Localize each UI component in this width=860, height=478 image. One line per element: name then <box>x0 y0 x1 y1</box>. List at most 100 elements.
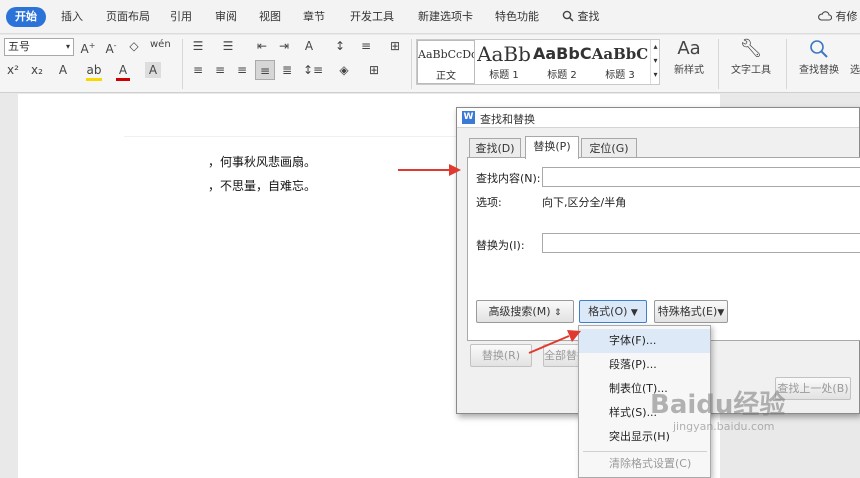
menu-item-clear-format[interactable]: 清除格式设置(C) <box>579 452 710 476</box>
new-style-icon: Aa <box>677 38 701 59</box>
watermark-url: jingyan.baidu.com <box>673 420 775 433</box>
style-preview: AaBbC <box>591 45 649 63</box>
style-heading-2[interactable]: AaBbC 标题 2 <box>533 40 591 84</box>
superscript-icon[interactable]: x² <box>6 62 20 78</box>
document-line[interactable]: ，不思量，自难忘。 <box>208 177 316 194</box>
menu-search[interactable]: 查找 <box>562 7 600 27</box>
revision-status-label: 有修 <box>835 10 858 23</box>
tab-goto[interactable]: 定位(G) <box>581 138 637 158</box>
shrink-font-icon[interactable]: A- <box>103 38 119 57</box>
style-name: 标题 1 <box>489 70 519 81</box>
distributed-icon[interactable]: ≣ <box>279 62 295 78</box>
dialog-title: 查找和替换 <box>480 113 535 126</box>
style-preview: AaBbC <box>533 44 591 63</box>
menu-bar: 开始 插入 页面布局 引用 审阅 视图 章节 开发工具 新建选项卡 特色功能 查… <box>0 0 860 34</box>
replace-input[interactable] <box>542 233 860 253</box>
tab-features[interactable]: 特色功能 <box>495 7 539 27</box>
text-tools-button[interactable]: 🔧︎ 文字工具 <box>724 37 778 79</box>
sort-icon[interactable]: ↕ <box>332 38 348 54</box>
font-size-select[interactable]: 五号 ▾ <box>4 38 74 56</box>
wps-logo-icon: W <box>462 111 475 124</box>
options-label: 选项: <box>476 196 502 209</box>
style-normal[interactable]: AaBbCcDd 正文 <box>417 40 475 84</box>
menu-item-font[interactable]: 字体(F)... <box>579 329 710 353</box>
advanced-search-label: 高级搜索(M) <box>488 305 551 318</box>
chevron-down-icon: ▾ <box>65 42 70 51</box>
align-right-icon[interactable]: ≡ <box>234 62 250 78</box>
tab-references[interactable]: 引用 <box>170 7 192 27</box>
subscript-icon[interactable]: x₂ <box>30 62 44 78</box>
special-format-label: 特殊格式(E) <box>657 305 718 318</box>
tab-insert[interactable]: 插入 <box>61 7 83 27</box>
style-name: 标题 3 <box>605 70 635 81</box>
menu-item-paragraph[interactable]: 段落(P)... <box>579 353 710 377</box>
new-style-button[interactable]: Aa 新样式 <box>664 37 714 79</box>
show-marks-icon[interactable]: ≡ <box>358 38 374 54</box>
font-color-icon[interactable]: A <box>116 62 130 81</box>
increase-indent-icon[interactable]: ⇥ <box>276 38 292 54</box>
dialog-titlebar[interactable]: W 查找和替换 <box>457 108 859 128</box>
dropdown-arrow-icon: ▼ <box>630 308 638 318</box>
justify-icon[interactable]: ≡ <box>255 60 275 80</box>
format-button[interactable]: 格式(O) ▼ <box>579 300 647 323</box>
align-left-icon[interactable]: ≡ <box>190 62 206 78</box>
tab-replace[interactable]: 替换(P) <box>525 136 579 159</box>
format-label: 格式(O) <box>588 305 628 318</box>
table-border-icon[interactable]: ⊞ <box>387 38 403 54</box>
menu-search-label: 查找 <box>577 10 600 23</box>
text-tools-label: 文字工具 <box>731 65 771 76</box>
style-preview: AaBb <box>477 42 531 66</box>
ribbon-toolbar: 五号 ▾ A+ A- ◇ wén x² x₂ A ab A A ☰ ☰ ⇤ ⇥ A… <box>0 35 860 93</box>
style-preview: AaBbCcDd <box>418 48 474 61</box>
divider <box>182 39 183 89</box>
style-heading-1[interactable]: AaBb 标题 1 <box>475 40 533 84</box>
divider <box>786 39 787 89</box>
chinese-layout-icon[interactable]: A <box>301 38 317 54</box>
find-replace-button[interactable]: 查找替换 <box>794 37 844 79</box>
tab-find[interactable]: 查找(D) <box>469 138 521 158</box>
phonetic-guide-icon[interactable]: wén <box>150 37 171 53</box>
search-icon <box>562 10 574 22</box>
style-heading-3[interactable]: AaBbC 标题 3 <box>591 40 649 84</box>
find-label: 查找内容(N): <box>476 172 541 185</box>
line-spacing-icon[interactable]: ↕≡ <box>303 62 323 78</box>
shading-icon[interactable]: ◈ <box>336 62 352 78</box>
style-name: 正文 <box>436 71 456 82</box>
replace-label: 替换为(I): <box>476 239 525 252</box>
align-center-icon[interactable]: ≡ <box>212 62 228 78</box>
gallery-scroll[interactable]: ▴ ▾ ▾ <box>650 40 660 84</box>
magnifier-icon <box>810 40 828 58</box>
char-shading-icon[interactable]: A <box>145 62 161 78</box>
style-gallery: AaBbCcDd 正文 AaBb 标题 1 AaBbC 标题 2 AaBbC 标题 3 … <box>416 39 660 85</box>
style-name: 标题 2 <box>547 70 577 81</box>
text-effect-icon[interactable]: A <box>56 62 70 78</box>
tab-review[interactable]: 审阅 <box>215 7 237 27</box>
replace-button[interactable]: 替换(R) <box>470 344 532 367</box>
decrease-indent-icon[interactable]: ⇤ <box>254 38 270 54</box>
document-line[interactable]: ，何事秋风悲画扇。 <box>208 153 316 170</box>
divider <box>718 39 719 89</box>
tab-start[interactable]: 开始 <box>6 7 46 27</box>
tab-chapter[interactable]: 章节 <box>303 7 325 27</box>
border-icon[interactable]: ⊞ <box>366 62 382 78</box>
highlight-color-icon[interactable]: ab <box>86 62 102 81</box>
grow-font-icon[interactable]: A+ <box>80 38 96 57</box>
advanced-search-button[interactable]: 高级搜索(M) ⇕ <box>476 300 574 323</box>
find-replace-label: 查找替换 <box>799 65 839 76</box>
annotation-arrow-format <box>528 330 581 354</box>
divider <box>411 39 412 89</box>
clear-format-icon[interactable]: ◇ <box>126 38 142 54</box>
options-value: 向下,区分全/半角 <box>542 196 627 209</box>
find-input[interactable] <box>542 167 860 187</box>
font-size-value: 五号 <box>8 40 30 53</box>
select-button[interactable]: 选 <box>850 63 860 79</box>
numbered-list-icon[interactable]: ☰ <box>220 38 236 54</box>
tab-view[interactable]: 视图 <box>259 7 281 27</box>
revision-status[interactable]: 有修 <box>818 7 858 27</box>
expand-icon: ⇕ <box>554 308 562 318</box>
tab-page-layout[interactable]: 页面布局 <box>106 7 150 27</box>
special-format-button[interactable]: 特殊格式(E)▼ <box>654 300 728 323</box>
tab-new-tab[interactable]: 新建选项卡 <box>418 7 473 27</box>
bullet-list-icon[interactable]: ☰ <box>190 38 206 54</box>
tab-developer[interactable]: 开发工具 <box>350 7 394 27</box>
